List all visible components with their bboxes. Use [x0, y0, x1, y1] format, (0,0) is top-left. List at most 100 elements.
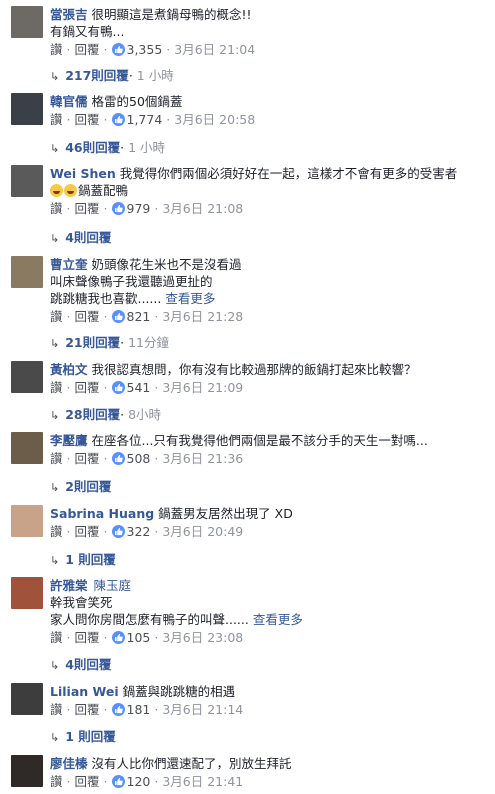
comment-author[interactable]: Wei Shen — [50, 166, 116, 181]
view-replies-link[interactable]: 4則回覆 — [65, 230, 111, 245]
comment-author[interactable]: 黃柏文 — [50, 362, 88, 377]
view-replies-link[interactable]: 21則回覆 — [65, 335, 120, 350]
replies-row[interactable]: ↳ 4則回覆 — [50, 229, 111, 247]
like-button[interactable]: 讚 — [50, 380, 63, 395]
view-replies-link[interactable]: 4則回覆 — [65, 657, 111, 672]
comment-timestamp[interactable]: 3月6日 21:36 — [162, 451, 243, 466]
see-more-link[interactable]: 查看更多 — [253, 612, 303, 627]
comment-body: 韓官儒 格雷的50個鍋蓋讚 · 回覆 · 1,774 · 3月6日 20:58 — [50, 93, 489, 128]
avatar[interactable] — [11, 6, 43, 38]
view-replies-link[interactable]: 1 則回覆 — [65, 729, 116, 744]
avatar[interactable] — [11, 256, 43, 288]
comment-text: 幹我會笑死 — [50, 595, 113, 610]
avatar[interactable] — [11, 577, 43, 609]
reply-button[interactable]: 回覆 — [75, 524, 100, 539]
comment-timestamp[interactable]: 3月6日 20:58 — [174, 112, 255, 127]
replies-row[interactable]: ↳ 1 則回覆 — [50, 728, 116, 746]
replies-row[interactable]: ↳ 2則回覆 — [50, 478, 111, 496]
comment-timestamp[interactable]: 3月6日 21:41 — [162, 774, 243, 789]
view-replies-link[interactable]: 28則回覆 — [65, 407, 120, 422]
comment-author[interactable]: 當張吉 — [50, 7, 88, 22]
like-count[interactable]: 1,774 — [127, 112, 163, 127]
comment-author[interactable]: Lilian Wei — [50, 684, 119, 699]
replies-row[interactable]: ↳ 1 則回覆 — [50, 551, 116, 569]
comment-timestamp[interactable]: 3月6日 21:04 — [174, 42, 255, 57]
reply-button[interactable]: 回覆 — [75, 309, 100, 324]
separator-dot: · — [120, 140, 125, 155]
replies-row[interactable]: ↳ 217則回覆· 1 小時 — [50, 67, 174, 85]
comment-timestamp[interactable]: 3月6日 21:08 — [162, 201, 243, 216]
like-button[interactable]: 讚 — [50, 702, 63, 717]
avatar[interactable] — [11, 93, 43, 125]
comment-text-line: 廖佳榛 沒有人比你們還速配了，別放生拜託 — [50, 755, 489, 772]
comment-timestamp[interactable]: 3月6日 20:49 — [162, 524, 243, 539]
view-replies-link[interactable]: 217則回覆 — [65, 68, 129, 83]
comment-author[interactable]: 曹立奎 — [50, 257, 88, 272]
comment-timestamp[interactable]: 3月6日 21:28 — [162, 309, 243, 324]
replies-timestamp: 1 小時 — [128, 140, 166, 155]
see-more-link[interactable]: 查看更多 — [165, 291, 215, 306]
like-count[interactable]: 979 — [127, 201, 151, 216]
like-button[interactable]: 讚 — [50, 630, 63, 645]
avatar[interactable] — [11, 755, 43, 787]
like-count[interactable]: 105 — [127, 630, 151, 645]
comment: 李壓鷹 在座各位...只有我覺得他們兩個是最不該分手的天生一對嗎... 讚 · 回覆 · 5… — [0, 432, 495, 494]
like-count[interactable]: 508 — [127, 451, 151, 466]
comment-timestamp[interactable]: 3月6日 21:14 — [162, 702, 243, 717]
reply-button[interactable]: 回覆 — [75, 774, 100, 789]
like-button[interactable]: 讚 — [50, 201, 63, 216]
separator-dot: · — [103, 201, 108, 216]
separator-dot: · — [154, 201, 159, 216]
tagged-user[interactable]: 陳玉庭 — [94, 578, 132, 593]
comment-author[interactable]: 李壓鷹 — [50, 433, 88, 448]
replies-row[interactable]: ↳ 46則回覆· 1 小時 — [50, 139, 165, 157]
avatar[interactable] — [11, 165, 43, 197]
avatar[interactable] — [11, 361, 43, 393]
comment-author[interactable]: 韓官儒 — [50, 94, 88, 109]
reply-arrow-icon: ↳ — [50, 232, 60, 245]
comment-text: 鍋蓋配鴨 — [78, 183, 129, 198]
like-button[interactable]: 讚 — [50, 524, 63, 539]
comment-author[interactable]: 廖佳榛 — [50, 756, 88, 771]
reply-button[interactable]: 回覆 — [75, 702, 100, 717]
avatar[interactable] — [11, 683, 43, 715]
like-button[interactable]: 讚 — [50, 309, 63, 324]
like-count[interactable]: 821 — [127, 309, 151, 324]
thumbs-up-icon — [111, 703, 125, 716]
like-count[interactable]: 541 — [127, 380, 151, 395]
like-count[interactable]: 181 — [127, 702, 151, 717]
separator-dot: · — [66, 774, 71, 789]
replies-row[interactable]: ↳ 21則回覆· 11分鐘 — [50, 334, 169, 352]
comment-author[interactable]: 許雅棠 — [50, 578, 88, 593]
like-button[interactable]: 讚 — [50, 451, 63, 466]
reply-arrow-icon: ↳ — [50, 481, 60, 494]
replies-row[interactable]: ↳ 4則回覆 — [50, 656, 111, 674]
like-count[interactable]: 3,355 — [127, 42, 163, 57]
comment-text-line: 跳跳糖我也喜歡...... 查看更多 — [50, 290, 489, 307]
thumbs-up-icon — [111, 775, 125, 788]
reply-button[interactable]: 回覆 — [75, 112, 100, 127]
reply-button[interactable]: 回覆 — [75, 42, 100, 57]
like-button[interactable]: 讚 — [50, 42, 63, 57]
view-replies-link[interactable]: 2則回覆 — [65, 479, 111, 494]
like-count[interactable]: 322 — [127, 524, 151, 539]
reply-button[interactable]: 回覆 — [75, 451, 100, 466]
view-replies-link[interactable]: 46則回覆 — [65, 140, 120, 155]
reply-button[interactable]: 回覆 — [75, 380, 100, 395]
reply-button[interactable]: 回覆 — [75, 201, 100, 216]
like-button[interactable]: 讚 — [50, 112, 63, 127]
comment-timestamp[interactable]: 3月6日 21:09 — [162, 380, 243, 395]
avatar[interactable] — [11, 505, 43, 537]
comment-body: Lilian Wei 鍋蓋與跳跳糖的相遇讚 · 回覆 · 181 · 3月6日 21:14 — [50, 683, 489, 718]
comment-author[interactable]: Sabrina Huang — [50, 506, 154, 521]
comment-timestamp[interactable]: 3月6日 23:08 — [162, 630, 243, 645]
reply-button[interactable]: 回覆 — [75, 630, 100, 645]
view-replies-link[interactable]: 1 則回覆 — [65, 552, 116, 567]
replies-row[interactable]: ↳ 28則回覆· 8小時 — [50, 406, 161, 424]
comment-text: 我覺得你們兩個必須好好在一起，這樣才不會有更多的受害者 — [119, 166, 458, 181]
avatar[interactable] — [11, 432, 43, 464]
comment-body: 許雅棠 陳玉庭 幹我會笑死 家人問你房間怎麼有鴨子的叫聲...... 查看更多讚 · 回覆… — [50, 577, 489, 646]
like-button[interactable]: 讚 — [50, 774, 63, 789]
comment: 當張吉 很明顯這是煮鍋母鴨的概念!! 有鍋又有鴨... 讚 · 回覆 · 3,355 · 3月6日… — [0, 6, 495, 83]
like-count[interactable]: 120 — [127, 774, 151, 789]
